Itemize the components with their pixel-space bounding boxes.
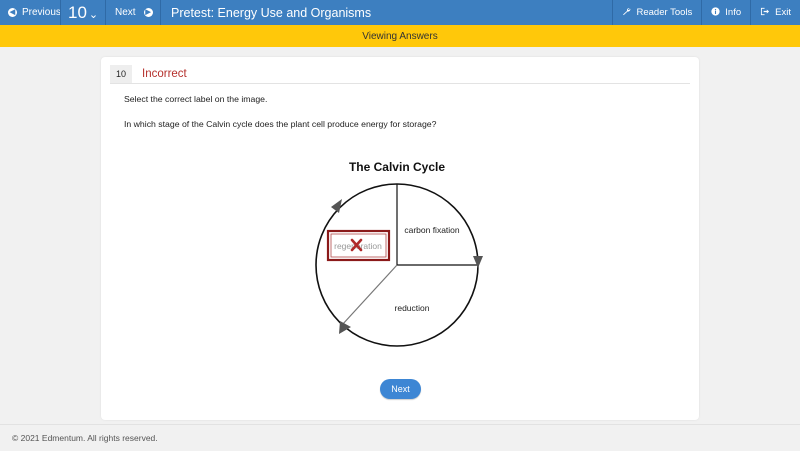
cycle-arrowhead-upper-left — [331, 199, 342, 213]
banner-text: Viewing Answers — [362, 30, 438, 42]
question-selector[interactable]: 10 ⌄ — [68, 0, 98, 25]
reader-tools-button[interactable]: Reader Tools — [612, 0, 701, 25]
footer: © 2021 Edmentum. All rights reserved. — [0, 424, 800, 451]
nav-divider — [105, 0, 106, 25]
tool-group: Reader Tools Info Exit — [612, 0, 800, 25]
question-number: 10 — [68, 2, 87, 22]
label-reduction[interactable]: reduction — [395, 303, 430, 313]
arrow-left-icon: ◀ — [8, 8, 17, 17]
exit-icon — [760, 7, 770, 18]
previous-button[interactable]: ◀ Previous — [8, 0, 61, 25]
copyright-text: © 2021 Edmentum. All rights reserved. — [12, 433, 158, 443]
nav-divider — [160, 0, 161, 25]
next-nav-label: Next — [115, 7, 136, 18]
info-button[interactable]: Info — [701, 0, 750, 25]
top-nav-bar: ◀ Previous 10 ⌄ Next ▶ Pretest: Energy U… — [0, 0, 800, 25]
page-title: Pretest: Energy Use and Organisms — [171, 5, 372, 20]
question-card: 10 Incorrect Select the correct label on… — [101, 57, 699, 420]
cycle-arrowhead-lower-left — [339, 321, 351, 334]
exit-label: Exit — [775, 7, 791, 18]
viewing-answers-banner: Viewing Answers — [0, 25, 800, 47]
calvin-cycle-diagram: The Calvin Cycle carbon fixation reducti… — [315, 160, 483, 347]
wrench-icon — [622, 7, 631, 18]
previous-label: Previous — [22, 7, 61, 18]
next-button[interactable]: Next — [380, 379, 421, 399]
label-carbon-fixation[interactable]: carbon fixation — [404, 225, 460, 235]
selected-label-regeneration[interactable]: regeneration — [326, 229, 391, 262]
reader-tools-label: Reader Tools — [636, 7, 693, 18]
arrow-right-icon: ▶ — [143, 8, 153, 17]
nav-divider — [60, 0, 61, 25]
cycle-arrowhead-right — [473, 256, 483, 268]
diagram-title: The Calvin Cycle — [349, 160, 445, 174]
chevron-down-icon: ⌄ — [88, 8, 99, 21]
info-label: Info — [725, 7, 742, 18]
exit-button[interactable]: Exit — [750, 0, 800, 25]
next-nav-button[interactable]: Next ▶ — [115, 0, 158, 25]
divider-line-lower-left — [341, 264, 398, 326]
info-icon — [711, 7, 720, 18]
